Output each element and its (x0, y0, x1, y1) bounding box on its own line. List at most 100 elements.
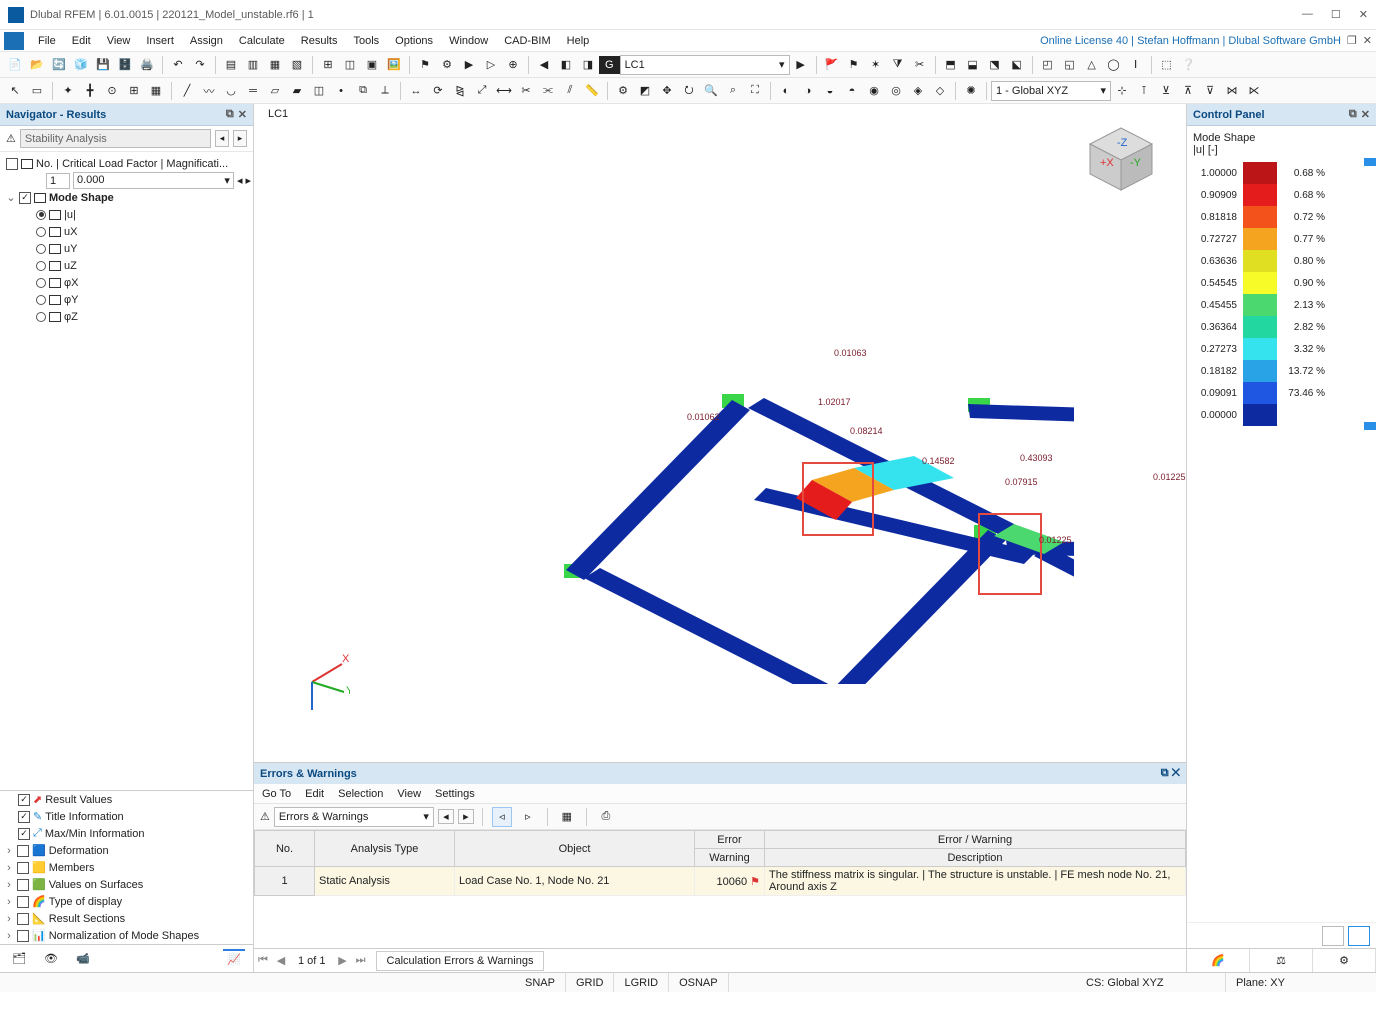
nav-tab-views-icon[interactable]: 📹 (72, 949, 94, 969)
render6-icon[interactable]: ◎ (886, 81, 906, 101)
menu-help[interactable]: Help (559, 33, 598, 49)
mesh-icon[interactable]: ⊕ (503, 55, 523, 75)
find-prev-icon[interactable]: ◃ (492, 807, 512, 827)
cb-norm[interactable] (17, 930, 29, 942)
nav-next-button[interactable]: ▸ (233, 130, 247, 147)
mdi-close-icon[interactable]: ✕ (1363, 34, 1372, 47)
ortho-icon[interactable]: ⟂ (375, 81, 395, 101)
snap2-icon[interactable]: ╋ (80, 81, 100, 101)
toggle-values-surf[interactable]: › (4, 879, 14, 891)
open-file-icon[interactable]: 📂 (27, 55, 47, 75)
prev-lc-icon[interactable]: ◀ (534, 55, 554, 75)
close-button[interactable]: ✕ (1359, 8, 1368, 21)
radio-u[interactable] (36, 210, 46, 220)
menu-window[interactable]: Window (441, 33, 496, 49)
panel4-icon[interactable]: ▧ (287, 55, 307, 75)
menu-cad-bim[interactable]: CAD-BIM (496, 33, 558, 49)
scale-icon[interactable]: ⤢ (472, 81, 492, 101)
errors-prev-button[interactable]: ◂ (438, 809, 454, 824)
render7-icon[interactable]: ◈ (908, 81, 928, 101)
polyline-icon[interactable]: 〰 (199, 81, 219, 101)
menu-view[interactable]: View (99, 33, 139, 49)
iso-view-icon[interactable]: ◩ (635, 81, 655, 101)
member-icon[interactable]: ═ (243, 81, 263, 101)
nav-tab-display-icon[interactable]: 👁 (40, 949, 62, 969)
node-icon[interactable]: • (331, 81, 351, 101)
calc-params-icon[interactable]: ⚙ (437, 55, 457, 75)
snap3-icon[interactable]: ⊙ (102, 81, 122, 101)
flag-red-icon[interactable]: 🚩 (822, 55, 842, 75)
cp-tab-colors-icon[interactable]: 🌈 (1187, 949, 1250, 972)
render3-icon[interactable]: ◒ (820, 81, 840, 101)
nav-prev-button[interactable]: ◂ (215, 130, 229, 147)
refresh-icon[interactable]: 🔄 (49, 55, 69, 75)
snap1-icon[interactable]: ✦ (58, 81, 78, 101)
extend-icon[interactable]: ⟷ (494, 81, 514, 101)
mode-shape-checkbox[interactable]: ✓ (19, 192, 31, 204)
col-err-top[interactable]: Error (695, 831, 765, 849)
errors-menu-edit[interactable]: Edit (305, 788, 324, 800)
cs5-icon[interactable]: ⊽ (1200, 81, 1220, 101)
status-lgrid[interactable]: LGRID (614, 973, 669, 992)
measure-icon[interactable]: 📏 (582, 81, 602, 101)
cb-members[interactable] (17, 862, 29, 874)
connect-icon[interactable]: ⫘ (538, 81, 558, 101)
nav-tab-data-icon[interactable]: 🗂 (8, 949, 30, 969)
errors-menu-selection[interactable]: Selection (338, 788, 383, 800)
cb-display[interactable] (17, 896, 29, 908)
radio-phiy[interactable] (36, 295, 46, 305)
results-nav-icon[interactable]: ◫ (340, 55, 360, 75)
lc-manager-icon[interactable]: ⚑ (415, 55, 435, 75)
pager-last[interactable]: ⏭ (352, 954, 370, 967)
viewport-3d[interactable]: LC1 (254, 104, 1186, 762)
table-icon[interactable]: ⊞ (318, 55, 338, 75)
select-rect-icon[interactable]: ▭ (27, 81, 47, 101)
analysis-type-dropdown[interactable]: Stability Analysis (20, 129, 211, 148)
grid-icon[interactable]: ⊞ (124, 81, 144, 101)
lgrid-icon[interactable]: ▦ (146, 81, 166, 101)
radio-uy[interactable] (36, 244, 46, 254)
redo-icon[interactable]: ↷ (190, 55, 210, 75)
cs-axes-icon[interactable]: ✺ (961, 81, 981, 101)
cb-values-surf[interactable] (17, 879, 29, 891)
render8-icon[interactable]: ◇ (930, 81, 950, 101)
hinge-icon[interactable]: ◯ (1104, 55, 1124, 75)
undo-icon[interactable]: ↶ (168, 55, 188, 75)
line-icon[interactable]: ╱ (177, 81, 197, 101)
set-icon[interactable]: ⧉ (353, 81, 373, 101)
radio-phiz[interactable] (36, 312, 46, 322)
loadcase-dropdown[interactable]: LC1▾ (620, 55, 790, 75)
pan-icon[interactable]: ✥ (657, 81, 677, 101)
radio-uz[interactable] (36, 261, 46, 271)
opening-icon[interactable]: ◫ (309, 81, 329, 101)
menu-insert[interactable]: Insert (138, 33, 182, 49)
menu-calculate[interactable]: Calculate (231, 33, 293, 49)
app-menu-icon[interactable] (4, 32, 24, 50)
errors-pin-icon[interactable]: ⧉ (1161, 767, 1169, 779)
cs4-icon[interactable]: ⊼ (1178, 81, 1198, 101)
cb-deformation[interactable] (17, 845, 29, 857)
calculate-one-icon[interactable]: ▷ (481, 55, 501, 75)
panel1-icon[interactable]: ▤ (221, 55, 241, 75)
toggle-norm[interactable]: › (4, 930, 14, 942)
loading-type-icon[interactable]: ◧ (556, 55, 576, 75)
status-snap[interactable]: SNAP (515, 973, 566, 992)
tree-toggle[interactable]: ⌄ (6, 191, 16, 204)
cs2-icon[interactable]: ⊺ (1134, 81, 1154, 101)
cp-tab-scales-icon[interactable]: ⚖ (1250, 949, 1313, 972)
cs7-icon[interactable]: ⋉ (1244, 81, 1264, 101)
star-icon[interactable]: ✶ (866, 55, 886, 75)
value-next-button[interactable]: ▸ (245, 174, 251, 187)
menu-edit[interactable]: Edit (64, 33, 99, 49)
divide-icon[interactable]: ✂ (516, 81, 536, 101)
cp-close-icon[interactable]: ✕ (1361, 108, 1370, 121)
block-manager-icon[interactable]: 🧊 (71, 55, 91, 75)
zoom-fit-icon[interactable]: ⛶ (745, 81, 765, 101)
slider-bottom-handle[interactable] (1364, 422, 1376, 430)
cube-icon[interactable]: ⬚ (1157, 55, 1177, 75)
move-icon[interactable]: ↔ (406, 81, 426, 101)
toggle-deformation[interactable]: › (4, 845, 14, 857)
cp-tab-settings-icon[interactable]: ⚙ (1313, 949, 1376, 972)
view2-icon[interactable]: ⬓ (963, 55, 983, 75)
header-checkbox[interactable] (6, 158, 18, 170)
